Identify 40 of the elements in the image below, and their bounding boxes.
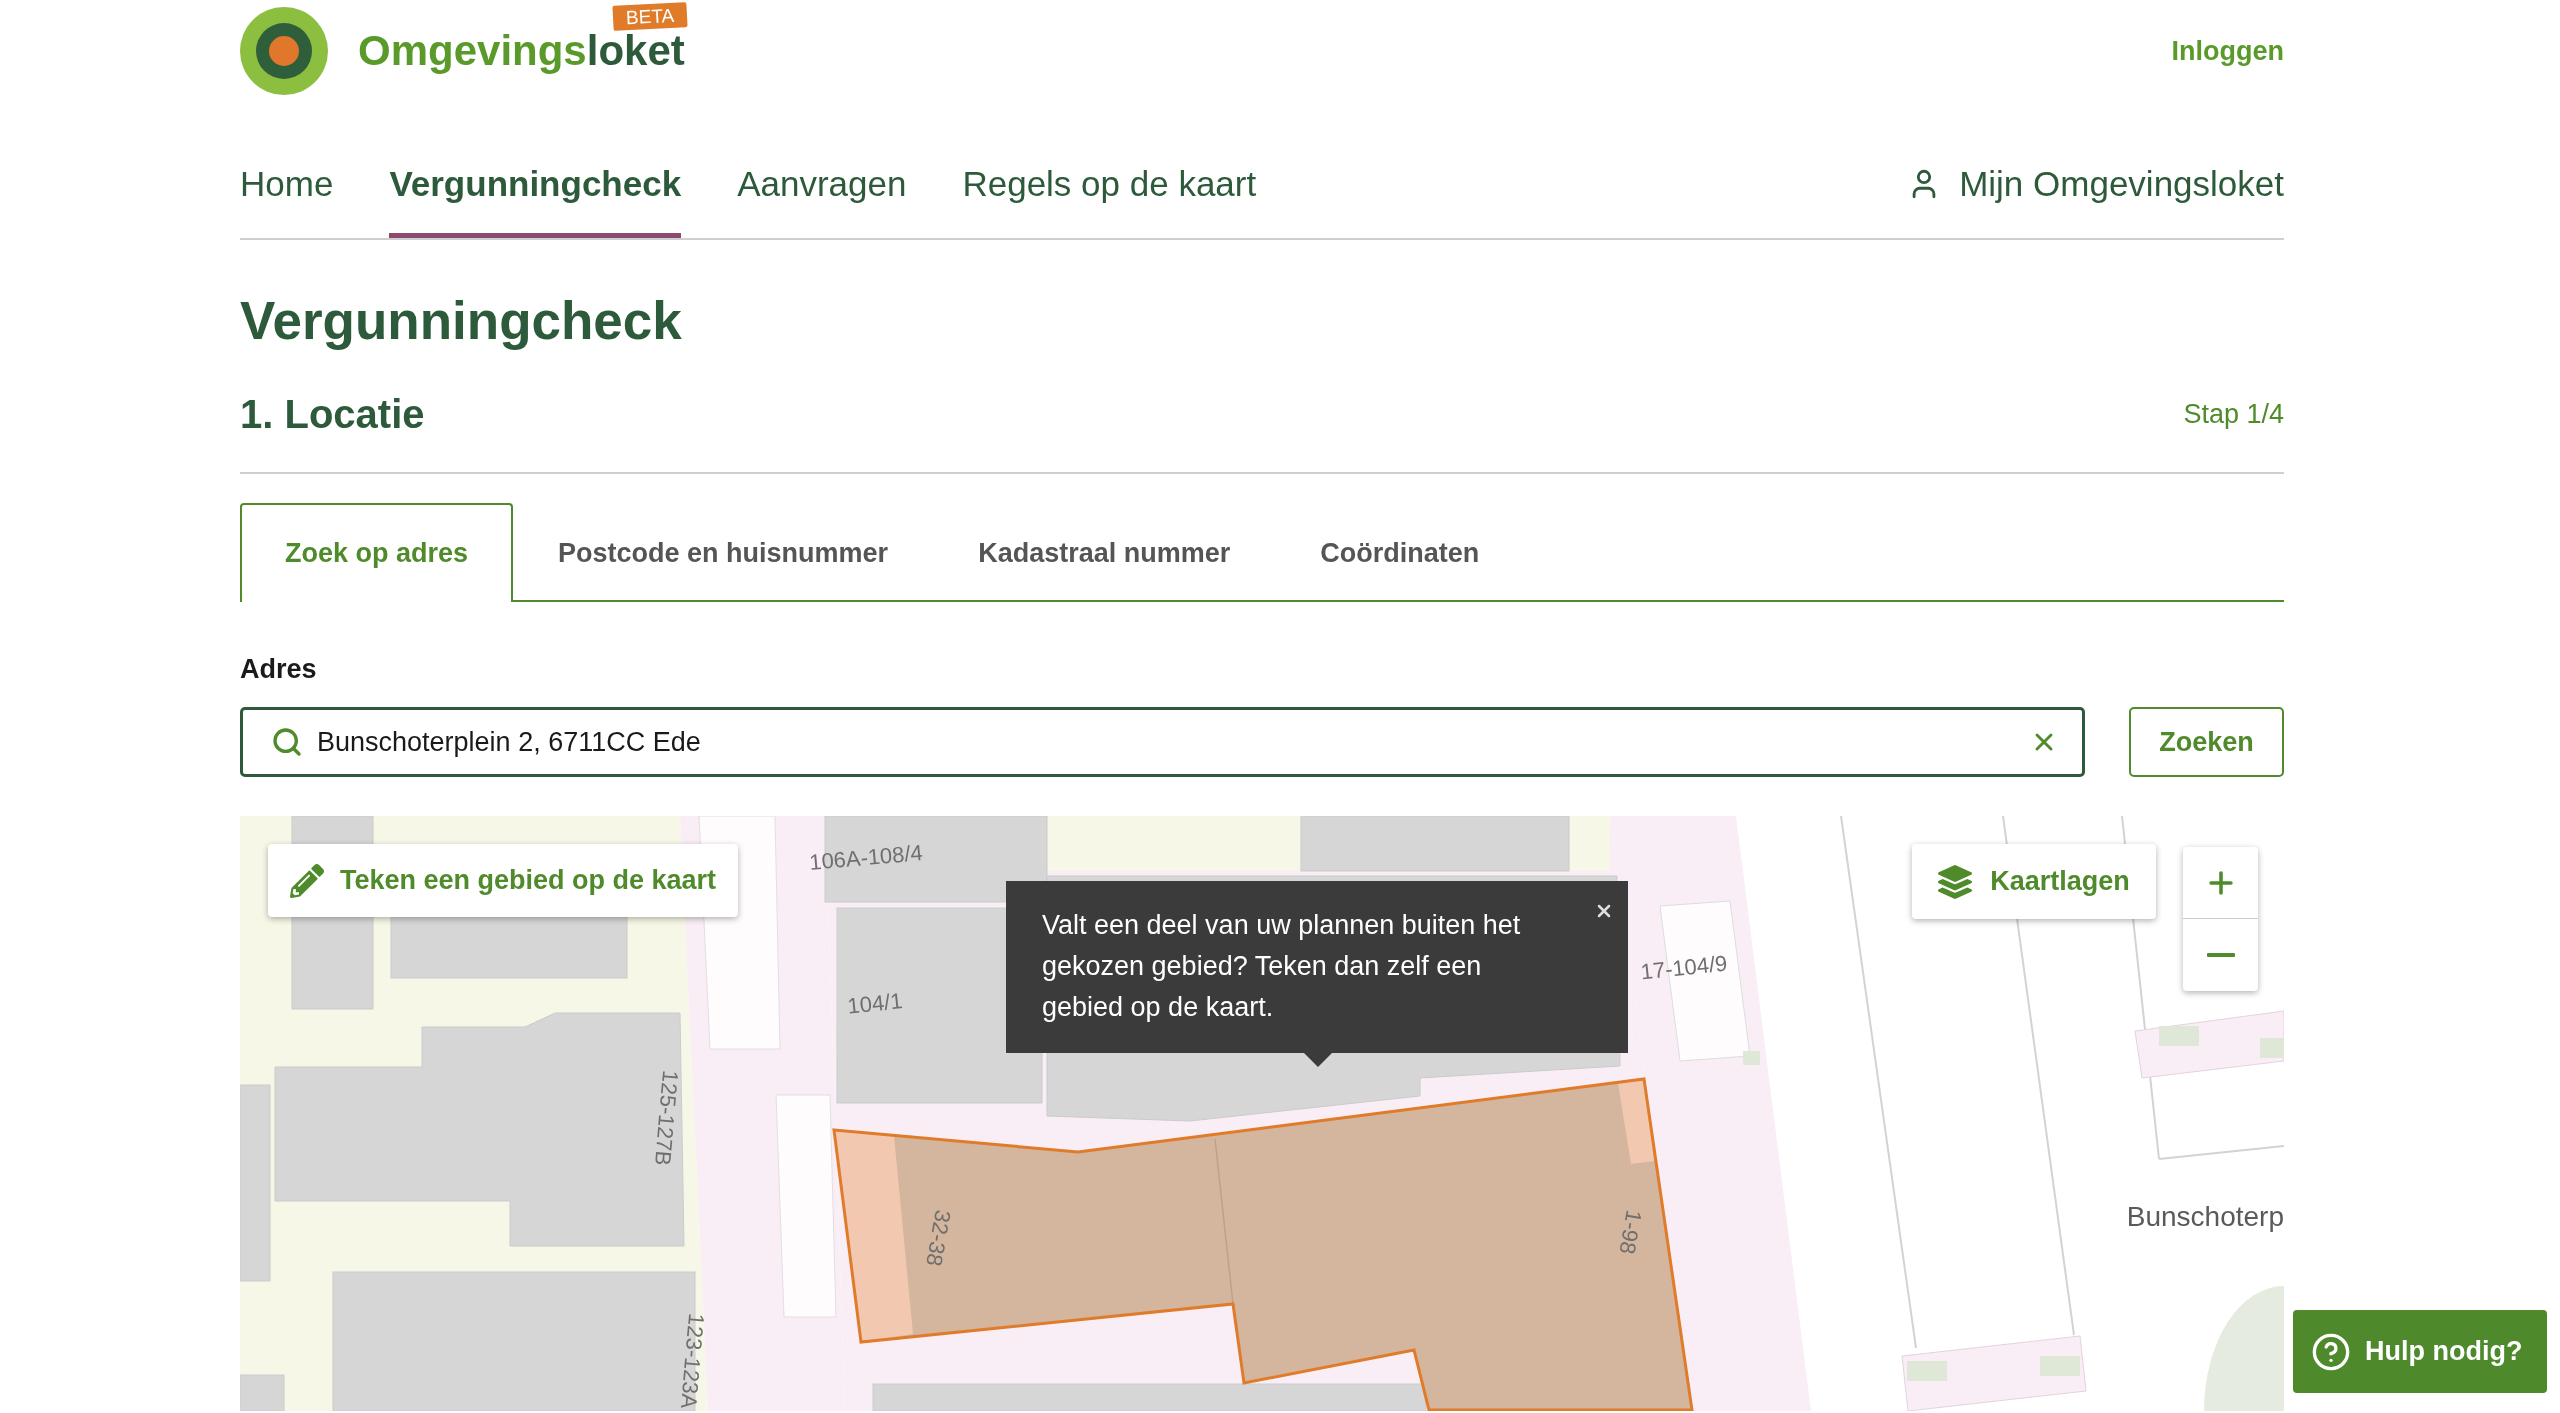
address-label: Adres [240,653,318,685]
map-layers-button[interactable]: Kaartlagen [1912,844,2156,919]
location-tab[interactable]: Zoek op adres [240,503,514,602]
map-label: 106A-108/4 [808,842,924,874]
nav-tab[interactable]: Home [240,163,334,238]
minus-icon [2206,953,2235,957]
layers-icon [1938,864,1973,899]
map-label: 1-98 [1615,1208,1645,1256]
map-label: 104/1 [846,990,904,1018]
page-title: Vergunningcheck [240,290,683,352]
search-button[interactable]: Zoeken [2129,707,2284,777]
map-label: 32-38 [922,1208,954,1268]
account-link[interactable]: Mijn Omgevingsloket [1907,163,2284,238]
logo-wordmark[interactable]: Omgevingsloket [358,30,685,72]
search-icon [271,726,303,758]
street-label: Bunschoterp [2126,1203,2284,1231]
tooltip-text: Valt een deel van uw plannen buiten het gekozen gebied? Teken dan zelf een gebied op de kaart. [1042,909,1522,1024]
step-counter: Stap 1/4 [2183,397,2284,431]
grass-patch [2260,1038,2284,1058]
map-label: 125-127B [650,1069,682,1167]
nav-tab[interactable]: Aanvragen [737,163,907,238]
address-input[interactable]: Bunschoterplein 2, 6711CC Ede [317,721,2016,763]
location-tab[interactable]: Coördinaten [1275,503,1525,602]
map-label: 123-123A [676,1312,708,1410]
location-tab[interactable]: Kadastraal nummer [933,503,1276,602]
location-tab[interactable]: Postcode en huisnummer [513,503,934,602]
map-label: 17-104/9 [1639,952,1729,984]
pencil-icon [290,863,324,898]
nav-tab[interactable]: Vergunningcheck [389,163,682,238]
grass-patch [2040,1356,2080,1376]
logo-icon[interactable] [240,7,328,95]
grass-patch [2159,1026,2199,1046]
step-title: 1. Locatie [240,391,425,438]
help-button[interactable]: Hulp nodig? [2293,1310,2547,1393]
grass-patch [1907,1361,1947,1381]
help-icon [2311,1331,2351,1372]
beta-badge: BETA [611,2,688,31]
draw-area-button[interactable]: Teken een gebied op de kaart [268,844,739,917]
nav-tab[interactable]: Regels op de kaart [962,163,1257,238]
address-field[interactable]: Bunschoterplein 2, 6711CC Ede [240,707,2085,777]
